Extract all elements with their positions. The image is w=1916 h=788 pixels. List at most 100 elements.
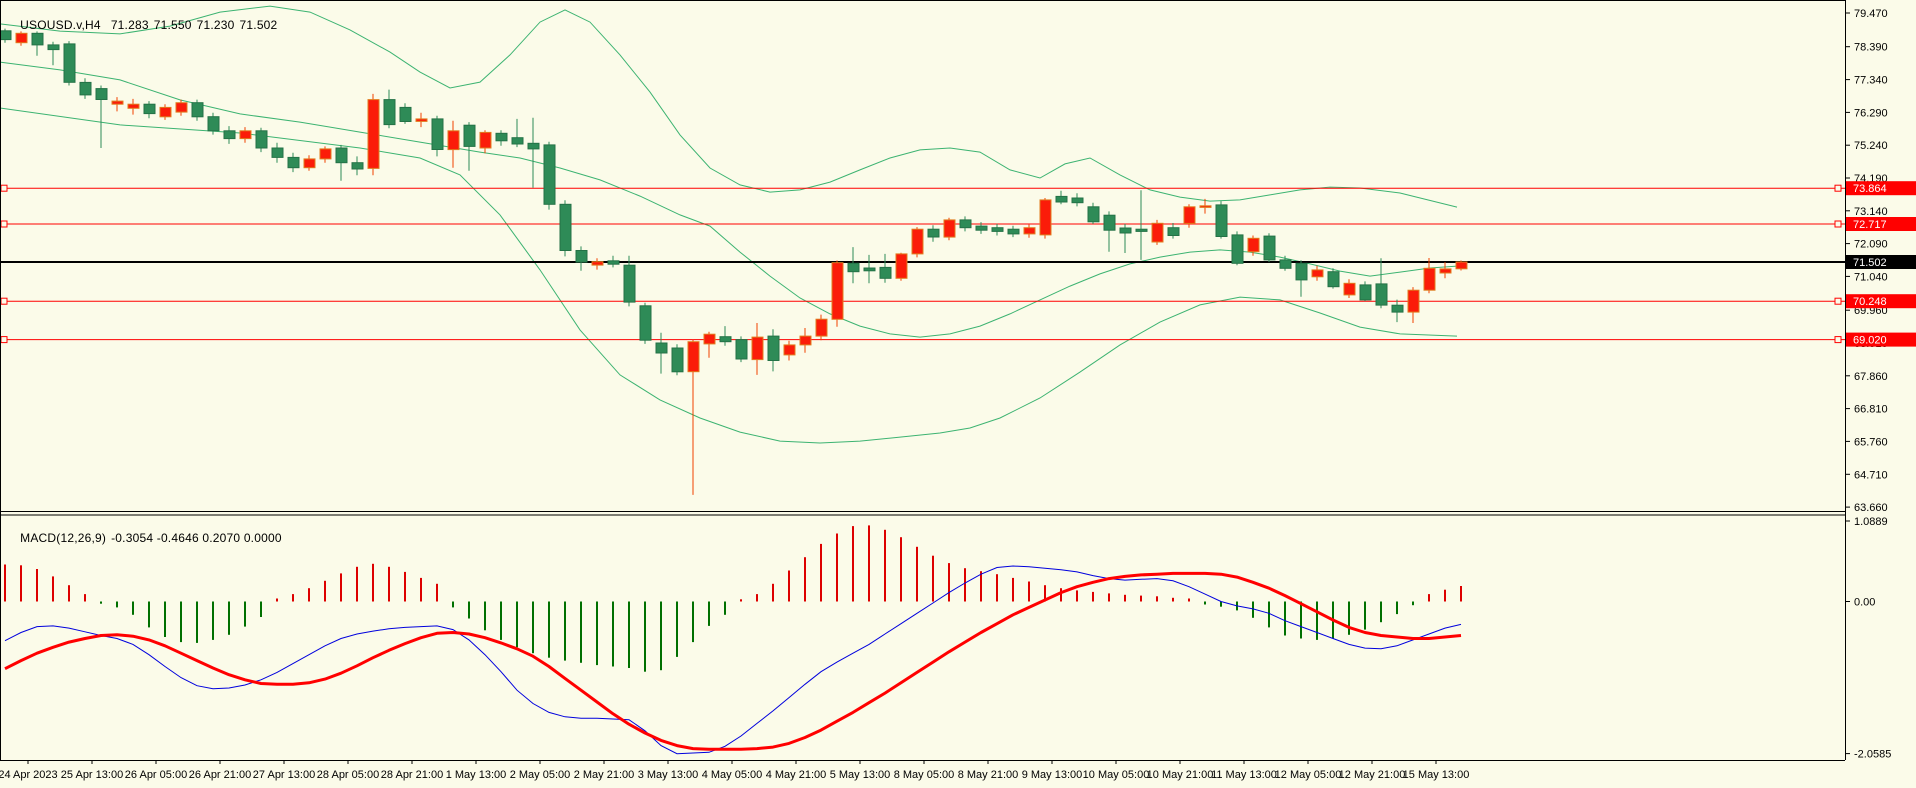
candle bbox=[559, 200, 572, 257]
price-tick-label: 71.040 bbox=[1854, 271, 1888, 283]
candle-body-bear bbox=[863, 267, 876, 272]
time-tick-label: 2 May 21:00 bbox=[574, 769, 635, 781]
candle-body-bull bbox=[1199, 205, 1212, 208]
candle-body-bull bbox=[1407, 289, 1420, 313]
time-tick-label: 27 Apr 13:00 bbox=[253, 769, 315, 781]
candle-body-bear bbox=[335, 147, 348, 164]
time-tick-label: 11 May 13:00 bbox=[1211, 769, 1277, 781]
macd-tick-label: -2.0585 bbox=[1854, 749, 1891, 761]
candle-body-bear bbox=[1007, 228, 1020, 235]
candle-body-bull bbox=[1423, 267, 1436, 291]
candle-body-bear bbox=[511, 137, 524, 145]
level-line-handle[interactable] bbox=[0, 184, 8, 192]
candle bbox=[831, 260, 844, 327]
candle bbox=[895, 252, 908, 281]
level-line-handle[interactable] bbox=[0, 297, 8, 305]
chart-canvas[interactable]: 79.47078.39077.34076.29075.24074.19073.1… bbox=[0, 0, 1916, 788]
candle-body-bear bbox=[1263, 235, 1276, 261]
price-tick-label: 65.760 bbox=[1854, 436, 1888, 448]
open-value: 71.283 bbox=[110, 18, 149, 32]
time-tick-label: 28 Apr 05:00 bbox=[317, 769, 379, 781]
candle-body-bear bbox=[975, 225, 988, 231]
candle-body-bull bbox=[447, 130, 460, 151]
candle-body-bear bbox=[1087, 206, 1100, 223]
price-tick-label: 79.470 bbox=[1854, 8, 1888, 20]
price-tick-label: 64.710 bbox=[1854, 469, 1888, 481]
level-line-handle[interactable] bbox=[0, 336, 8, 344]
candle-body-bull bbox=[783, 344, 796, 356]
level-price-tag: 72.717 bbox=[1846, 217, 1916, 231]
candle-body-bear bbox=[1231, 234, 1244, 264]
time-tick-label: 8 May 21:00 bbox=[958, 769, 1019, 781]
candle-body-bull bbox=[319, 148, 332, 160]
candle-body-bear bbox=[1375, 283, 1388, 306]
candle-body-bull bbox=[1183, 206, 1196, 224]
candle-body-bear bbox=[191, 102, 204, 118]
candle-body-bear bbox=[879, 266, 892, 279]
candle bbox=[639, 302, 652, 344]
candle bbox=[1231, 231, 1244, 266]
candle-body-bear bbox=[1103, 214, 1116, 231]
candle-body-bull bbox=[591, 261, 604, 266]
candle bbox=[911, 227, 924, 258]
bid-price-tag-text: 71.502 bbox=[1853, 257, 1887, 269]
candle-body-bear bbox=[927, 228, 940, 238]
candle-body-bull bbox=[751, 336, 764, 361]
candle-body-bull bbox=[415, 118, 428, 122]
candle-body-bear bbox=[383, 99, 396, 126]
level-line-handle[interactable] bbox=[0, 220, 8, 228]
level-price-tag: 70.248 bbox=[1846, 294, 1916, 309]
candle-body-bear bbox=[607, 260, 620, 265]
time-tick-label: 10 May 05:00 bbox=[1083, 769, 1150, 781]
candle-body-bear bbox=[735, 339, 748, 360]
level-line-handle[interactable] bbox=[1834, 336, 1842, 344]
chart-ohlc-header: USOUSD.v,H4 71.283 71.550 71.230 71.502 bbox=[6, 4, 282, 46]
candle-body-bull bbox=[175, 102, 188, 113]
candle-body-bear bbox=[495, 132, 508, 142]
close-value: 71.502 bbox=[239, 18, 278, 32]
candle-body-bear bbox=[575, 250, 588, 263]
time-tick-label: 25 Apr 13:00 bbox=[61, 769, 123, 781]
level-price-tag: 69.020 bbox=[1846, 332, 1916, 347]
candle-body-bull bbox=[1343, 282, 1356, 296]
time-tick-label: 3 May 13:00 bbox=[638, 769, 699, 781]
time-tick-label: 26 Apr 21:00 bbox=[189, 769, 251, 781]
candle-body-bull bbox=[127, 103, 140, 109]
high-value: 71.550 bbox=[153, 18, 192, 32]
candle-body-bear bbox=[1055, 195, 1068, 203]
candle-body-bear bbox=[463, 124, 476, 147]
candle-body-bear bbox=[351, 162, 364, 170]
candle-body-bear bbox=[1359, 284, 1372, 301]
level-price-tag-text: 73.864 bbox=[1853, 183, 1887, 195]
candle bbox=[543, 141, 556, 210]
level-line-handle[interactable] bbox=[1834, 184, 1842, 192]
candle bbox=[1215, 201, 1228, 239]
time-tick-label: 1 May 13:00 bbox=[446, 769, 507, 781]
candle bbox=[1151, 219, 1164, 245]
candle-body-bull bbox=[1311, 269, 1324, 278]
level-line-handle[interactable] bbox=[1834, 297, 1842, 305]
candle-body-bull bbox=[111, 100, 124, 105]
candle-body-bear bbox=[207, 116, 220, 132]
candle-body-bear bbox=[287, 156, 300, 169]
time-tick-label: 9 May 13:00 bbox=[1022, 769, 1083, 781]
level-line-handle[interactable] bbox=[1834, 220, 1842, 228]
candle-body-bull bbox=[479, 131, 492, 149]
candle-body-bear bbox=[63, 43, 76, 83]
candle bbox=[735, 336, 748, 363]
time-tick-label: 15 May 13:00 bbox=[1403, 769, 1470, 781]
candle bbox=[367, 93, 380, 176]
candle-body-bear bbox=[1167, 227, 1180, 236]
candle bbox=[1039, 198, 1052, 239]
price-tick-label: 67.860 bbox=[1854, 371, 1888, 383]
candle bbox=[1327, 268, 1340, 289]
time-tick-label: 28 Apr 21:00 bbox=[381, 769, 443, 781]
price-tick-label: 66.810 bbox=[1854, 404, 1888, 416]
candle-body-bear bbox=[1119, 227, 1132, 234]
candle-body-bear bbox=[655, 342, 668, 354]
time-tick-label: 12 May 21:00 bbox=[1339, 769, 1406, 781]
candle-body-bear bbox=[1071, 197, 1084, 204]
price-tick-label: 76.290 bbox=[1854, 107, 1888, 119]
candle-body-bear bbox=[1327, 271, 1340, 288]
low-value: 71.230 bbox=[196, 18, 235, 32]
